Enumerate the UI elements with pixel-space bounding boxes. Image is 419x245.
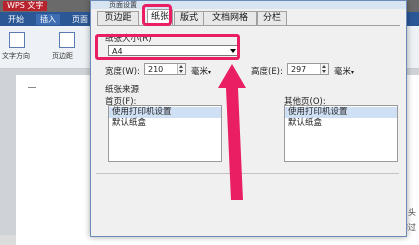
height-unit-text: 毫米 (334, 67, 352, 77)
height-spinner-icon[interactable] (320, 64, 328, 74)
height-value: 297 (291, 65, 307, 74)
dialog-title: 页面设置 (109, 1, 137, 9)
width-label: 宽度(W): (105, 67, 140, 77)
height-unit[interactable]: 毫米▾ (334, 65, 354, 77)
list-item[interactable]: 默认纸盒 (109, 118, 221, 129)
list-item[interactable]: 使用打印机设置 (285, 107, 397, 118)
chevron-down-icon: ▾ (208, 69, 212, 76)
width-value: 210 (148, 65, 164, 74)
tab-divider (97, 25, 400, 26)
app-title[interactable]: WPS 文字 (3, 1, 48, 11)
width-unit-text: 毫米 (191, 67, 209, 77)
width-input[interactable]: 210 (144, 63, 186, 75)
tab-insert[interactable]: 插入 (36, 14, 60, 25)
list-item[interactable]: 默认纸盒 (285, 118, 397, 129)
width-unit[interactable]: 毫米▾ (191, 65, 211, 77)
list-item[interactable]: 使用打印机设置 (109, 107, 221, 118)
dialog-titlebar: 页面设置 (91, 1, 406, 9)
tab-home[interactable]: 开始 (4, 14, 28, 25)
tab-layout[interactable]: 版式 (174, 11, 204, 25)
text-direction-icon (9, 32, 25, 48)
chevron-down-icon: ▾ (351, 69, 355, 76)
text-direction-button[interactable]: 文字方向 (2, 30, 32, 64)
tab-margins[interactable]: 页边距 (97, 11, 139, 25)
other-pages-tray-list[interactable]: 使用打印机设置 默认纸盒 (284, 105, 398, 162)
height-label: 高度(E): (251, 67, 283, 77)
tab-highlight-box (142, 4, 172, 26)
margins-icon (59, 32, 75, 48)
width-spinner-icon[interactable] (177, 64, 185, 74)
page-corner-mark (28, 87, 36, 88)
margins-button[interactable]: 页边距 (52, 30, 82, 64)
paper-size-highlight-box (95, 34, 240, 60)
dialog-lower-panel (96, 173, 399, 232)
tab-columns[interactable]: 分栏 (257, 11, 287, 25)
text-direction-label: 文字方向 (2, 52, 30, 60)
first-page-tray-list[interactable]: 使用打印机设置 默认纸盒 (108, 105, 222, 162)
tab-document-grid[interactable]: 文档网格 (203, 11, 257, 25)
tab-page[interactable]: 页面 (68, 14, 92, 25)
margins-label: 页边距 (52, 52, 73, 60)
height-input[interactable]: 297 (287, 63, 329, 75)
paper-source-label: 纸张来源 (105, 85, 140, 95)
